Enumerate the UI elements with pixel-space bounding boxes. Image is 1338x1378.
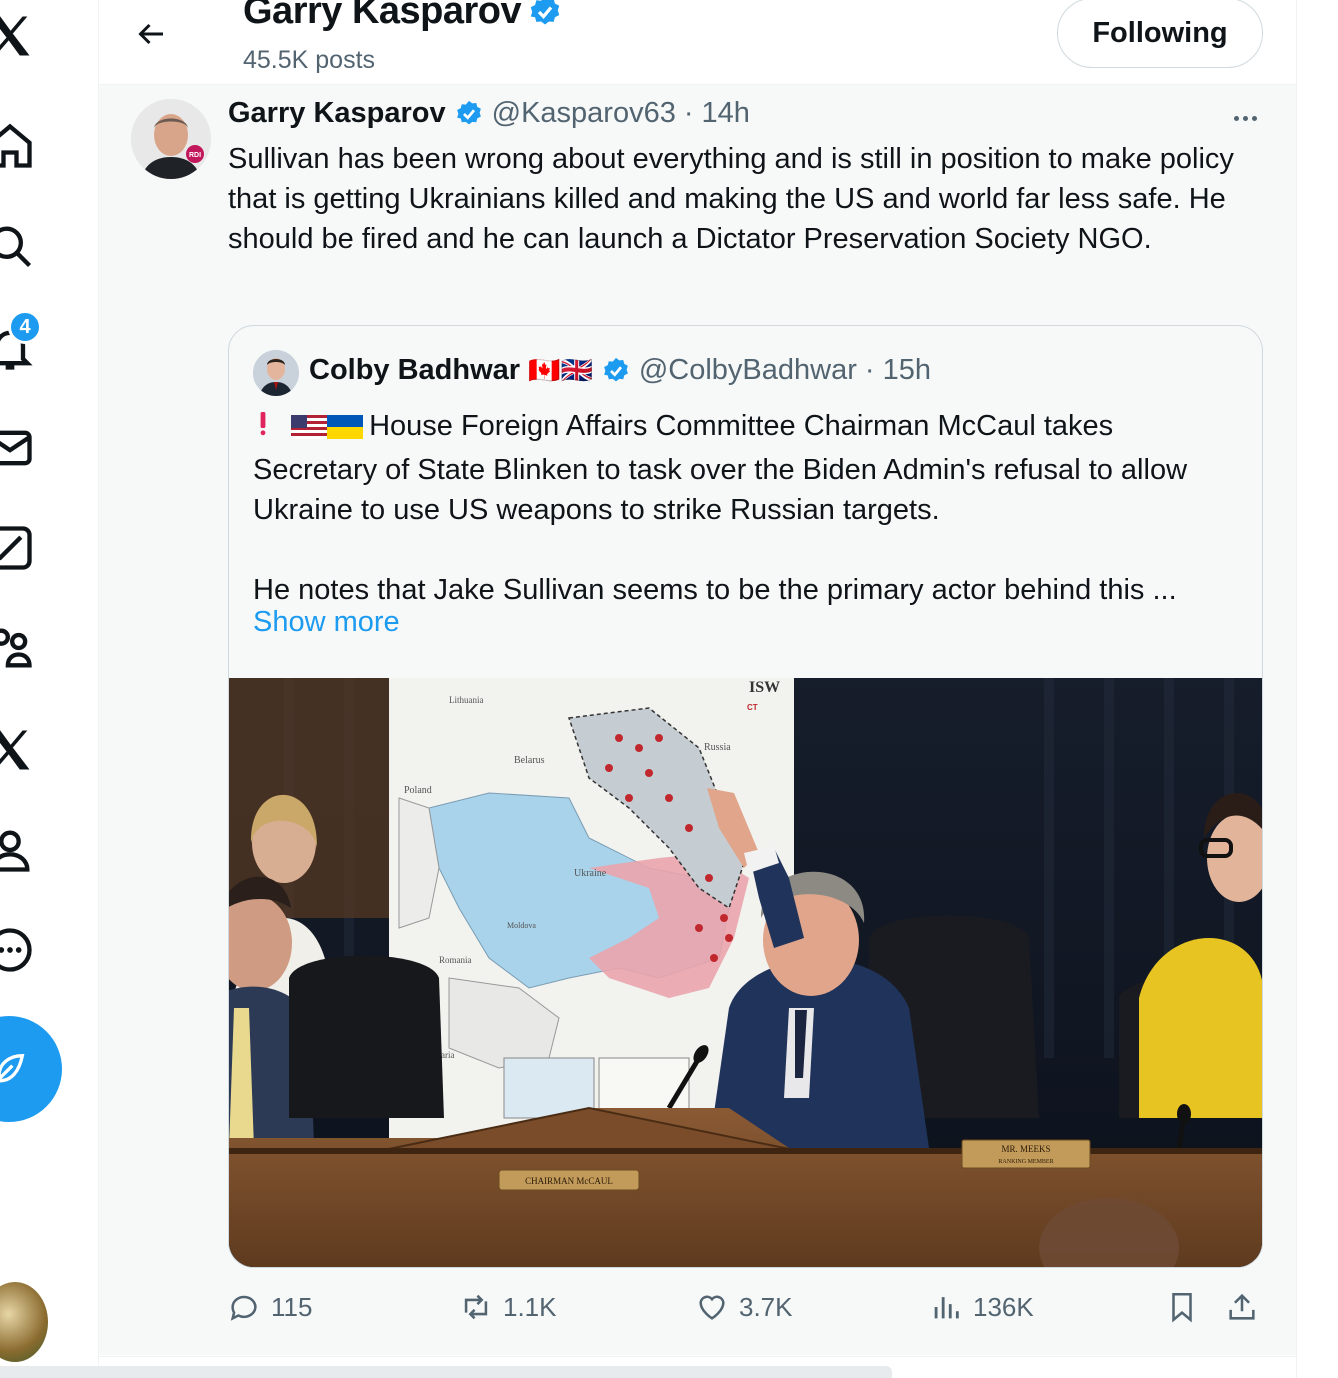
tweet-divider bbox=[99, 1356, 1296, 1357]
quoted-author-name[interactable]: Colby Badhwar bbox=[309, 354, 520, 387]
ct-logo: CT bbox=[747, 703, 758, 712]
exclamation-icon bbox=[253, 406, 273, 446]
column-divider-right bbox=[1296, 0, 1297, 1378]
feather-icon bbox=[0, 1053, 25, 1083]
ukraine-flag-icon bbox=[327, 410, 364, 450]
map-label-belarus: Belarus bbox=[514, 755, 545, 766]
status-url-bar bbox=[0, 1366, 892, 1378]
compose-post-button[interactable] bbox=[0, 1016, 62, 1122]
reply-icon bbox=[230, 1295, 257, 1321]
account-avatar[interactable] bbox=[0, 1282, 48, 1362]
quoted-paragraph-1: House Foreign Affairs Committee Chairman… bbox=[253, 410, 1188, 526]
more-options-button[interactable] bbox=[1225, 103, 1265, 133]
views-button[interactable]: 136K bbox=[929, 1290, 1034, 1324]
nameplate-ranking: RANKING MEMBER bbox=[998, 1159, 1053, 1165]
quoted-author-handle[interactable]: @ColbyBadhwar bbox=[639, 354, 857, 387]
quoted-paragraph-2: He notes that Jake Sullivan seems to be … bbox=[253, 574, 1177, 606]
quoted-tweet-time[interactable]: 15h bbox=[883, 354, 931, 387]
map-label-russia: Russia bbox=[704, 742, 731, 753]
search-icon[interactable] bbox=[0, 218, 38, 274]
views-count: 136K bbox=[973, 1291, 1034, 1322]
verified-badge-icon bbox=[456, 100, 481, 124]
verified-badge-icon bbox=[530, 0, 560, 24]
home-icon[interactable] bbox=[0, 118, 38, 174]
reply-count: 115 bbox=[271, 1291, 313, 1322]
share-icon bbox=[1229, 1293, 1255, 1320]
tweet-text: Sullivan has been wrong about everything… bbox=[228, 143, 1234, 255]
heart-icon bbox=[699, 1295, 725, 1320]
author-handle[interactable]: @Kasparov63 bbox=[492, 97, 676, 130]
quoted-tweet-image[interactable]: Lithuania Belarus Russia Poland Ukraine … bbox=[229, 678, 1262, 1267]
tweet-actions: 115 1.1K 3.7K 136K bbox=[99, 1290, 1296, 1340]
show-more-link[interactable]: Show more bbox=[253, 606, 400, 639]
tweet-header: Garry Kasparov @Kasparov63 · 14h bbox=[228, 97, 750, 130]
us-flag-icon bbox=[291, 410, 328, 450]
repost-count: 1.1K bbox=[503, 1291, 557, 1322]
arrow-left-icon bbox=[138, 23, 163, 45]
meta-separator: · bbox=[864, 354, 875, 386]
repost-button[interactable]: 1.1K bbox=[459, 1290, 557, 1324]
premium-icon[interactable] bbox=[0, 722, 38, 778]
share-button[interactable] bbox=[1225, 1290, 1259, 1324]
left-nav: 4 bbox=[0, 0, 98, 1378]
repost-icon bbox=[464, 1294, 488, 1320]
map-label-lithuania: Lithuania bbox=[449, 695, 484, 705]
profile-icon[interactable] bbox=[0, 822, 38, 878]
more-icon[interactable] bbox=[0, 922, 38, 978]
quoted-tweet-header: Colby Badhwar 🇨🇦🇬🇧 @ColbyBadhwar · 15h bbox=[309, 354, 931, 387]
isw-logo: ISW bbox=[749, 679, 780, 696]
communities-icon[interactable] bbox=[0, 620, 38, 676]
map-label-romania: Romania bbox=[439, 955, 472, 965]
back-button[interactable] bbox=[131, 14, 171, 54]
meta-separator: · bbox=[683, 97, 694, 129]
profile-name: Garry Kasparov bbox=[243, 0, 563, 33]
map-label-moldova: Moldova bbox=[507, 921, 536, 930]
like-count: 3.7K bbox=[739, 1291, 793, 1322]
views-icon bbox=[934, 1297, 959, 1319]
nameplate-meeks: MR. MEEKS bbox=[1001, 1144, 1050, 1154]
following-button[interactable]: Following bbox=[1057, 0, 1263, 68]
like-button[interactable]: 3.7K bbox=[695, 1290, 793, 1324]
grok-icon[interactable] bbox=[0, 520, 38, 576]
author-flags: 🇨🇦🇬🇧 bbox=[528, 355, 593, 385]
bookmark-button[interactable] bbox=[1165, 1290, 1199, 1324]
map-label-ukraine: Ukraine bbox=[574, 868, 607, 879]
hearing-photo: Lithuania Belarus Russia Poland Ukraine … bbox=[229, 678, 1262, 1267]
notifications-badge: 4 bbox=[8, 310, 42, 344]
nameplate-chairman: CHAIRMAN McCAUL bbox=[525, 1176, 613, 1186]
map-label-poland: Poland bbox=[404, 785, 432, 796]
author-name[interactable]: Garry Kasparov bbox=[228, 97, 446, 130]
messages-icon[interactable] bbox=[0, 420, 38, 476]
x-logo-icon[interactable] bbox=[0, 8, 38, 64]
tweet-time[interactable]: 14h bbox=[702, 97, 750, 130]
reply-button[interactable]: 115 bbox=[227, 1290, 312, 1324]
profile-header: Garry Kasparov 45.5K posts Following bbox=[99, 0, 1296, 84]
author-avatar[interactable]: RDI bbox=[131, 99, 211, 179]
quoted-author-avatar[interactable] bbox=[253, 350, 299, 396]
post-count: 45.5K posts bbox=[243, 46, 376, 74]
bookmark-icon bbox=[1172, 1292, 1192, 1323]
verified-badge-icon bbox=[603, 357, 628, 381]
quoted-tweet-text: House Foreign Affairs Committee Chairman… bbox=[253, 406, 1243, 610]
svg-text:RDI: RDI bbox=[189, 152, 201, 159]
quoted-tweet[interactable]: Colby Badhwar 🇨🇦🇬🇧 @ColbyBadhwar · 15h H… bbox=[228, 325, 1263, 1268]
tweet[interactable]: RDI Garry Kasparov @Kasparov63 · 14h Sul… bbox=[99, 85, 1296, 1355]
